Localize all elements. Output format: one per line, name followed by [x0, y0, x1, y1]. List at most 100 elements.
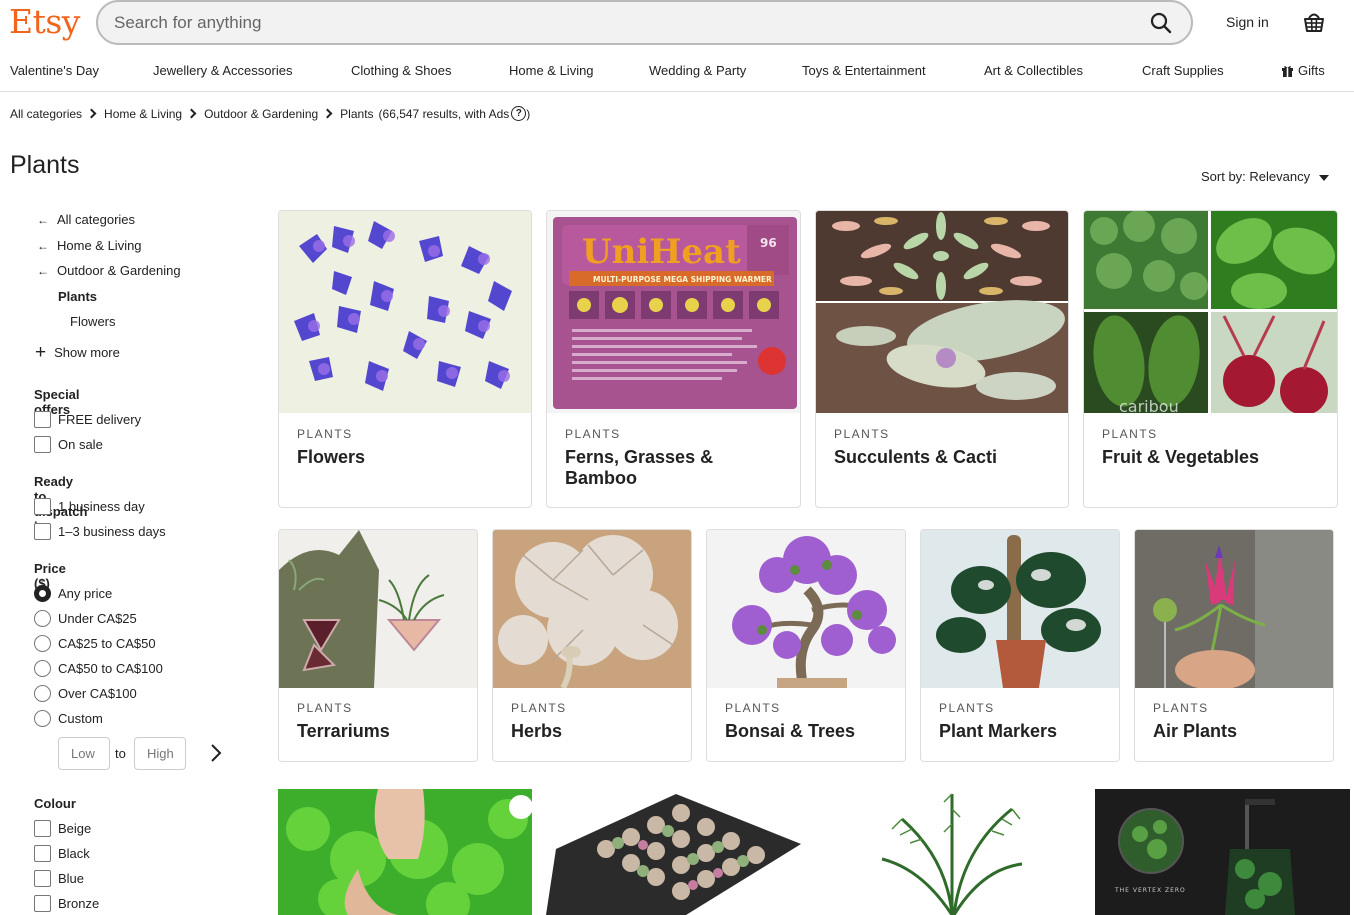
gift-icon	[1282, 65, 1293, 77]
radio-label: CA$25 to CA$50	[58, 636, 156, 651]
checkbox-label: Bronze	[58, 896, 100, 911]
colour-beige-checkbox[interactable]: Beige	[34, 820, 91, 837]
caret-down-icon	[1319, 174, 1330, 181]
breadcrumb: All categories Home & Living Outdoor & G…	[10, 106, 530, 121]
category-card-fruit-vegetables[interactable]: caribou PLANTS Fruit & Vegetables	[1083, 210, 1338, 508]
category-card-terrariums[interactable]: PLANTS Terrariums	[278, 529, 478, 762]
nav-gifts-label: Gifts	[1298, 63, 1325, 78]
checkbox-label: FREE delivery	[58, 412, 142, 427]
succulents-image	[816, 211, 1068, 413]
sign-in-link[interactable]: Sign in	[1226, 14, 1269, 30]
sidebar-item-label: Outdoor & Gardening	[57, 263, 181, 278]
nav-toys[interactable]: Toys & Entertainment	[802, 63, 926, 78]
price-submit-button[interactable]	[206, 743, 226, 763]
category-card-plant-markers[interactable]: PLANTS Plant Markers	[920, 529, 1120, 762]
nav-art[interactable]: Art & Collectibles	[984, 63, 1083, 78]
radio-label: Any price	[58, 586, 113, 601]
checkbox-label: Black	[58, 846, 90, 861]
nav-gifts[interactable]: Gifts	[1282, 63, 1325, 78]
etsy-logo[interactable]: Etsy	[9, 2, 80, 41]
nav-craft[interactable]: Craft Supplies	[1142, 63, 1224, 78]
card-kicker: PLANTS	[939, 701, 995, 715]
price-custom-radio[interactable]: Custom	[34, 710, 103, 727]
price-to-label: to	[115, 746, 126, 761]
radio-dot	[34, 610, 51, 627]
header: Etsy Sign in	[0, 0, 1354, 46]
category-card-succulents[interactable]: PLANTS Succulents & Cacti	[815, 210, 1069, 508]
checkbox-box	[34, 845, 51, 862]
category-card-herbs[interactable]: PLANTS Herbs	[492, 529, 692, 762]
listing-tile-palm[interactable]	[822, 789, 1077, 915]
colour-black-checkbox[interactable]: Black	[34, 845, 90, 862]
chevron-right-icon	[86, 108, 97, 119]
category-card-flowers[interactable]: PLANTS Flowers	[278, 210, 532, 508]
cart-icon[interactable]	[1302, 10, 1326, 34]
sidebar-outdoor-gardening[interactable]: ← Outdoor & Gardening	[37, 263, 181, 278]
sort-dropdown[interactable]: Sort by: Relevancy	[1201, 169, 1330, 184]
price-any-radio[interactable]: Any price	[34, 585, 112, 602]
price-low-input[interactable]	[58, 737, 110, 770]
nav-jewellery[interactable]: Jewellery & Accessories	[153, 63, 292, 78]
category-card-air-plants[interactable]: PLANTS Air Plants	[1134, 529, 1334, 762]
chevron-right-icon	[322, 108, 333, 119]
chevron-right-icon	[186, 108, 197, 119]
breadcrumb-all-categories[interactable]: All categories	[10, 107, 82, 121]
vertex-label: THE VERTEX ZERO	[1114, 887, 1186, 894]
nav-home-living[interactable]: Home & Living	[509, 63, 594, 78]
card-title: Herbs	[511, 721, 563, 741]
help-icon[interactable]: ?	[511, 106, 527, 121]
category-card-bonsai[interactable]: PLANTS Bonsai & Trees	[706, 529, 906, 762]
listing-tile-moss[interactable]	[278, 789, 532, 915]
show-more-button[interactable]: + Show more	[35, 341, 120, 363]
radio-label: CA$50 to CA$100	[58, 661, 163, 676]
card-title: Air Plants	[1153, 721, 1238, 741]
price-25-50-radio[interactable]: CA$25 to CA$50	[34, 635, 156, 652]
radio-dot	[34, 635, 51, 652]
nav-wedding[interactable]: Wedding & Party	[649, 63, 746, 78]
sidebar-item-label: All categories	[57, 212, 136, 227]
category-card-ferns[interactable]: UniHeat 96 MULTI-PURPOSE MEGA SHIPPING W…	[546, 210, 801, 508]
search-bar[interactable]	[96, 0, 1193, 45]
price-50-100-radio[interactable]: CA$50 to CA$100	[34, 660, 163, 677]
sidebar-all-categories[interactable]: ← All categories	[37, 212, 135, 227]
dispatch-1-day-checkbox[interactable]: 1 business day	[34, 498, 145, 515]
card-title: Flowers	[297, 447, 366, 467]
checkbox-box	[34, 895, 51, 912]
sidebar-flowers[interactable]: Flowers	[70, 314, 116, 329]
bonsai-image	[707, 530, 905, 688]
search-icon[interactable]	[1149, 11, 1173, 35]
colour-heading: Colour	[34, 796, 76, 811]
search-input[interactable]	[114, 2, 1114, 43]
free-delivery-checkbox[interactable]: FREE delivery	[34, 411, 141, 428]
plus-icon: +	[35, 341, 47, 363]
colour-bronze-checkbox[interactable]: Bronze	[34, 895, 99, 912]
colour-blue-checkbox[interactable]: Blue	[34, 870, 84, 887]
radio-dot	[34, 685, 51, 702]
breadcrumb-home-living[interactable]: Home & Living	[104, 107, 182, 121]
show-more-label: Show more	[54, 345, 120, 360]
checkbox-box	[34, 820, 51, 837]
price-over-100-radio[interactable]: Over CA$100	[34, 685, 137, 702]
radio-dot	[34, 585, 51, 602]
checkbox-box	[34, 870, 51, 887]
herbs-image	[493, 530, 691, 688]
checkbox-box	[34, 436, 51, 453]
listing-tile-vertex-terrarium[interactable]: THE VERTEX ZERO	[1095, 789, 1350, 915]
arrow-left-icon: ←	[37, 212, 49, 227]
nav-valentines-day[interactable]: Valentine's Day	[10, 63, 99, 78]
on-sale-checkbox[interactable]: On sale	[34, 436, 103, 453]
listing-tile-succulent-tray[interactable]	[546, 789, 808, 915]
checkbox-box	[34, 411, 51, 428]
air-plants-image	[1135, 530, 1333, 688]
caribou-watermark: caribou	[1119, 397, 1179, 413]
breadcrumb-outdoor-gardening[interactable]: Outdoor & Gardening	[204, 107, 318, 121]
dispatch-1-3-days-checkbox[interactable]: 1–3 business days	[34, 523, 166, 540]
sidebar-home-living[interactable]: ← Home & Living	[37, 238, 142, 253]
price-under-25-radio[interactable]: Under CA$25	[34, 610, 137, 627]
nav-clothing[interactable]: Clothing & Shoes	[351, 63, 451, 78]
uniheat-sub: MULTI-PURPOSE MEGA SHIPPING WARMER	[593, 275, 772, 284]
card-title: Terrariums	[297, 721, 390, 741]
price-high-input[interactable]	[134, 737, 186, 770]
card-title: Ferns, Grasses & Bamboo	[565, 447, 714, 488]
plant-markers-image	[921, 530, 1119, 688]
